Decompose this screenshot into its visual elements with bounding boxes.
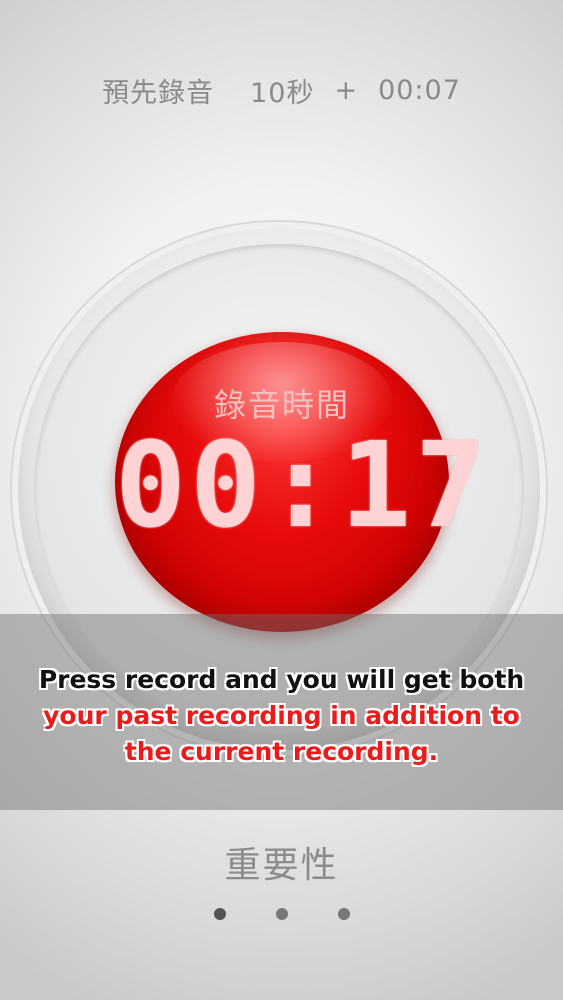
plus-sign: + bbox=[334, 74, 359, 106]
page-dot-1[interactable] bbox=[213, 908, 226, 920]
page-title: 重要性 bbox=[224, 845, 339, 886]
pre-record-status: 預先錄音 10秒 + 00:07 bbox=[0, 70, 563, 110]
tutorial-line-1: Press record and you will get both bbox=[38, 665, 525, 694]
page-dot-3[interactable] bbox=[337, 908, 350, 920]
pre-record-label: 預先錄音 bbox=[102, 77, 215, 109]
page-indicator[interactable] bbox=[0, 908, 563, 920]
page-dot-2[interactable] bbox=[275, 908, 288, 920]
pre-record-seconds: 10秒 bbox=[250, 77, 315, 109]
tutorial-line-3: the current recording. bbox=[124, 737, 439, 766]
elapsed-time: 00:07 bbox=[378, 74, 461, 106]
tutorial-text: Press record and you will get both your … bbox=[0, 662, 563, 770]
recording-timer: 00:17 bbox=[115, 416, 491, 554]
record-button[interactable]: 錄音時間 00:17 bbox=[115, 332, 491, 632]
tutorial-line-2: your past recording in addition to bbox=[43, 701, 520, 730]
